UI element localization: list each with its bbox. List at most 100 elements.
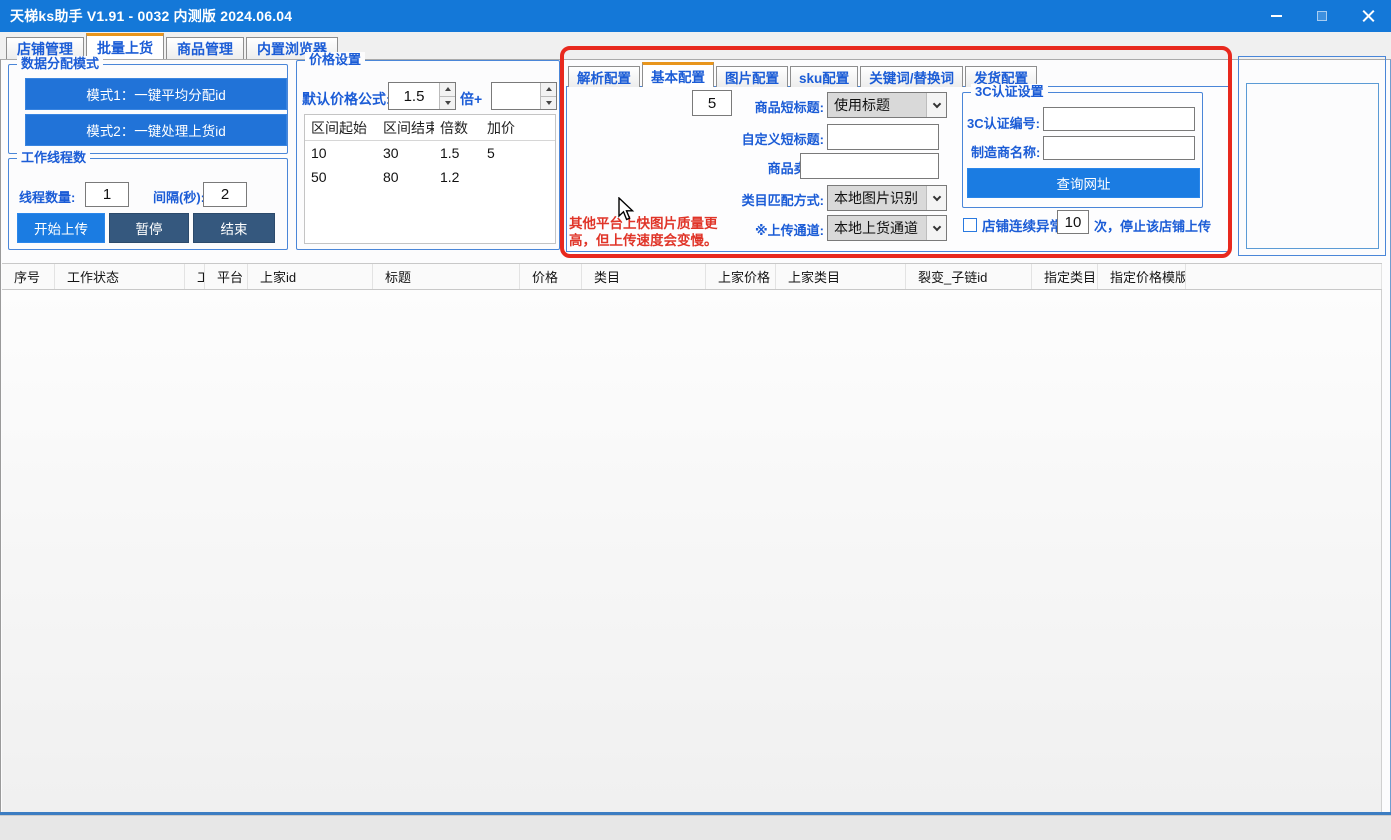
cert-no-input[interactable] — [1043, 107, 1195, 131]
interval-label: 间隔(秒): — [153, 187, 205, 206]
price-formula-spinner[interactable]: 1.5 — [388, 82, 456, 110]
dropdown-button[interactable] — [926, 186, 946, 210]
stop-button[interactable]: 结束 — [193, 213, 275, 243]
config-tab-strip: 解析配置基本配置图片配置sku配置关键词/替换词发货配置 — [568, 62, 1039, 87]
price-group-title: 价格设置 — [305, 52, 365, 68]
price-plus-value[interactable] — [492, 83, 540, 109]
dropdown-button[interactable] — [926, 216, 946, 240]
main-tab-strip: 店铺管理批量上货商品管理内置浏览器 — [0, 32, 1391, 59]
table-column-0[interactable]: 序号 — [2, 264, 55, 289]
app-window: 天梯ks助手 V1.91 - 0032 内测版 2024.06.04 店铺管理批… — [0, 0, 1391, 840]
selling-point-input[interactable] — [800, 153, 939, 179]
thread-group: 工作线程数 线程数量: 间隔(秒): 开始上传 暂停 结束 — [8, 158, 288, 250]
dropdown-button[interactable] — [926, 93, 946, 117]
main-tab-2[interactable]: 商品管理 — [166, 37, 244, 59]
cert-group: 3C认证设置 3C认证编号: 制造商名称: 查询网址 — [962, 92, 1203, 208]
table-column-13[interactable] — [1186, 264, 1382, 289]
chevron-down-icon — [932, 192, 940, 200]
checkbox-box[interactable] — [963, 218, 977, 232]
upload-channel-select[interactable]: 本地上货通道 — [827, 215, 947, 241]
thread-count-label: 线程数量: — [19, 187, 75, 206]
table-column-12[interactable]: 指定价格模版 — [1098, 264, 1186, 289]
shop-abnormal-suffix: 次，停止该店铺上传 — [1094, 216, 1211, 235]
checkbox-shop-abnormal[interactable]: 店铺连续异常 — [963, 215, 1063, 235]
spin-down-button[interactable] — [541, 96, 556, 110]
abnormal-count-input[interactable] — [1057, 210, 1089, 234]
config-tab-2[interactable]: 图片配置 — [716, 66, 788, 87]
table-column-5[interactable]: 标题 — [373, 264, 520, 289]
price-cell: 30 — [377, 145, 434, 161]
price-col-header: 加价 — [481, 118, 527, 138]
mode1-button[interactable]: 模式1：一键平均分配id — [25, 78, 287, 110]
price-cell: 80 — [377, 169, 434, 185]
price-plus-spinner[interactable] — [491, 82, 557, 110]
close-button[interactable] — [1345, 0, 1391, 32]
chevron-down-icon — [932, 222, 940, 230]
table-column-1[interactable]: 工作状态 — [55, 264, 185, 289]
mode2-button[interactable]: 模式2：一键处理上货id — [25, 114, 287, 146]
triangle-up-icon — [445, 87, 451, 91]
table-column-3[interactable]: 平台 — [205, 264, 248, 289]
interval-input[interactable] — [203, 182, 247, 207]
table-column-7[interactable]: 类目 — [582, 264, 706, 289]
price-cell: 5 — [481, 145, 527, 161]
category-match-label: 类目匹配方式: — [690, 190, 824, 209]
spin-down-button[interactable] — [440, 96, 455, 110]
config-tab-3[interactable]: sku配置 — [790, 66, 858, 87]
table-column-10[interactable]: 裂变_子链id — [906, 264, 1032, 289]
pause-button[interactable]: 暂停 — [109, 213, 189, 243]
triangle-down-icon — [546, 101, 552, 105]
custom-short-title-label: 自定义短标题: — [690, 129, 824, 148]
config-tab-1[interactable]: 基本配置 — [642, 62, 714, 87]
window-title: 天梯ks助手 V1.91 - 0032 内测版 2024.06.04 — [0, 6, 292, 26]
minimize-icon — [1271, 15, 1282, 17]
table-column-4[interactable]: 上家id — [248, 264, 373, 289]
price-table-row-0[interactable]: 10301.55 — [305, 141, 555, 165]
price-col-header: 区间起始 — [305, 118, 377, 138]
table-column-9[interactable]: 上家类目 — [776, 264, 906, 289]
right-panel-inner-box — [1246, 83, 1379, 249]
cert-group-title: 3C认证设置 — [971, 84, 1048, 100]
table-column-8[interactable]: 上家价格 — [706, 264, 776, 289]
price-formula-spin-buttons — [439, 83, 455, 109]
status-bar — [0, 815, 1391, 840]
table-column-11[interactable]: 指定类目 — [1032, 264, 1098, 289]
spin-up-button[interactable] — [541, 83, 556, 96]
price-table-row-1[interactable]: 50801.2 — [305, 165, 555, 189]
start-upload-button[interactable]: 开始上传 — [17, 213, 105, 243]
cert-no-label: 3C认证编号: — [967, 113, 1040, 132]
data-mode-group-title: 数据分配模式 — [17, 56, 103, 72]
manufacturer-input[interactable] — [1043, 136, 1195, 160]
price-plus-spin-buttons — [540, 83, 556, 109]
config-tab-4[interactable]: 关键词/替换词 — [860, 66, 963, 87]
manufacturer-label: 制造商名称: — [971, 142, 1040, 161]
triangle-up-icon — [546, 87, 552, 91]
price-cell: 50 — [305, 169, 377, 185]
times-plus-label: 倍+ — [460, 89, 482, 109]
table-column-6[interactable]: 价格 — [520, 264, 582, 289]
spin-up-button[interactable] — [440, 83, 455, 96]
thread-count-input[interactable] — [85, 182, 129, 207]
custom-short-title-input[interactable] — [827, 124, 939, 150]
price-cell: 1.5 — [434, 145, 481, 161]
query-url-button[interactable]: 查询网址 — [967, 168, 1200, 198]
maximize-icon — [1317, 11, 1327, 21]
short-title-select[interactable]: 使用标题 — [827, 92, 947, 118]
table-column-2[interactable]: 工 — [185, 264, 205, 289]
short-title-label: 商品短标题: — [690, 97, 824, 116]
config-tab-0[interactable]: 解析配置 — [568, 66, 640, 87]
price-table-header-row: 区间起始区间结束倍数加价 — [305, 115, 555, 141]
price-formula-value[interactable]: 1.5 — [389, 83, 439, 109]
price-range-table[interactable]: 区间起始区间结束倍数加价10301.5550801.2 — [304, 114, 556, 244]
category-match-select[interactable]: 本地图片识别 — [827, 185, 947, 211]
data-table-body[interactable] — [2, 290, 1382, 812]
data-table-header: 序号工作状态工平台上家id标题价格类目上家价格上家类目裂变_子链id指定类目指定… — [2, 263, 1382, 290]
minimize-button[interactable] — [1253, 0, 1299, 32]
maximize-button[interactable] — [1299, 0, 1345, 32]
price-col-header: 区间结束 — [377, 118, 434, 138]
triangle-down-icon — [445, 101, 451, 105]
data-mode-group: 数据分配模式 模式1：一键平均分配id 模式2：一键处理上货id — [8, 64, 288, 154]
upload-channel-label: ※上传通道: — [690, 220, 824, 239]
title-bar: 天梯ks助手 V1.91 - 0032 内测版 2024.06.04 — [0, 0, 1391, 32]
price-cell: 10 — [305, 145, 377, 161]
